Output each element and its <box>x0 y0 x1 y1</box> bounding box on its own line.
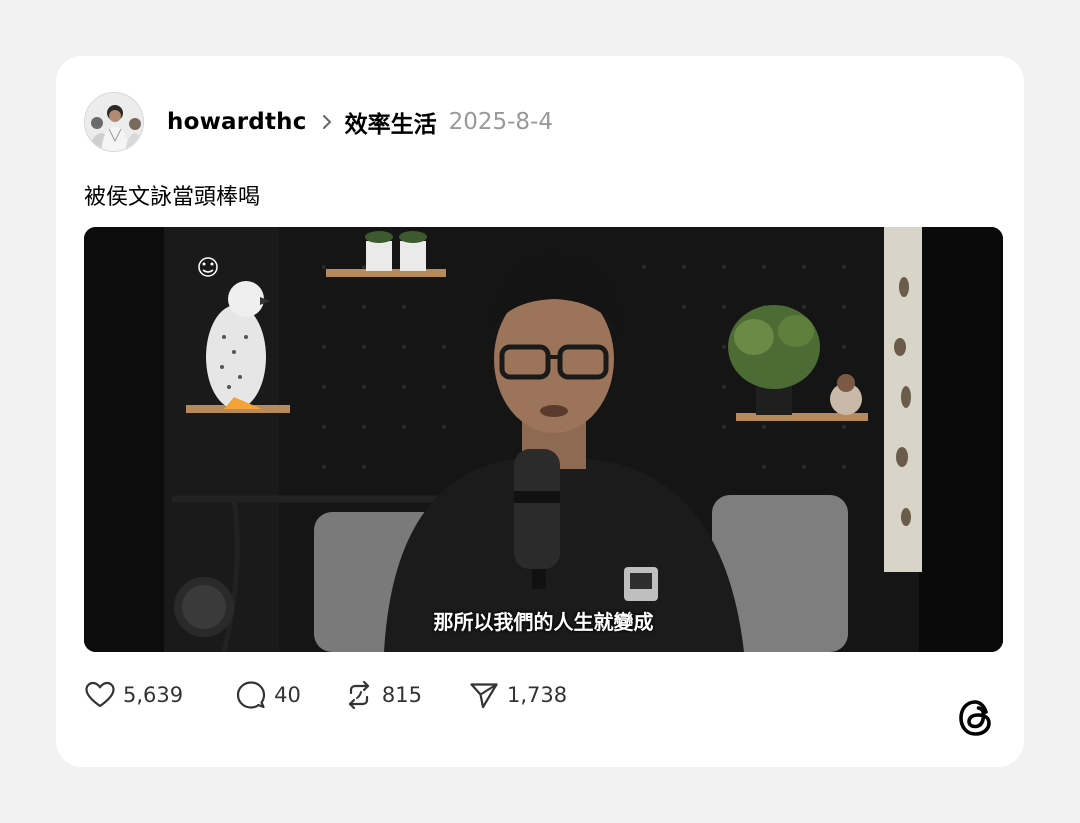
avatar-photo <box>85 93 143 151</box>
heart-icon <box>85 681 115 708</box>
post-card: howardthc 效率生活 2025-8-4 被侯文詠當頭棒喝 那所以我們的人… <box>56 56 1024 767</box>
threads-logo[interactable] <box>956 696 996 740</box>
avatar[interactable] <box>84 92 144 152</box>
like-button[interactable]: 5,639 <box>84 679 183 711</box>
topic-tag[interactable]: 效率生活 <box>345 105 437 139</box>
author-username[interactable]: howardthc <box>167 109 307 135</box>
reply-button[interactable]: 40 <box>235 679 301 711</box>
reply-count: 40 <box>274 683 301 707</box>
post-text: 被侯文詠當頭棒喝 <box>84 185 261 210</box>
chevron-right-icon <box>322 115 331 129</box>
share-button[interactable]: 1,738 <box>468 679 567 711</box>
speech-bubble-icon <box>237 681 266 709</box>
video-player[interactable]: 那所以我們的人生就變成 <box>84 227 1003 652</box>
post-header: howardthc 效率生活 2025-8-4 <box>84 91 553 153</box>
repost-arrows-icon <box>348 680 369 710</box>
action-bar: 5,639 40 815 1,738 <box>84 678 567 712</box>
video-frame <box>84 227 1003 652</box>
share-count: 1,738 <box>506 683 568 707</box>
paper-plane-icon <box>470 683 498 709</box>
like-count: 5,639 <box>123 683 184 707</box>
repost-button[interactable]: 815 <box>343 679 422 711</box>
post-date[interactable]: 2025-8-4 <box>449 109 553 135</box>
repost-count: 815 <box>381 683 422 707</box>
video-subtitle: 那所以我們的人生就變成 <box>433 610 654 634</box>
